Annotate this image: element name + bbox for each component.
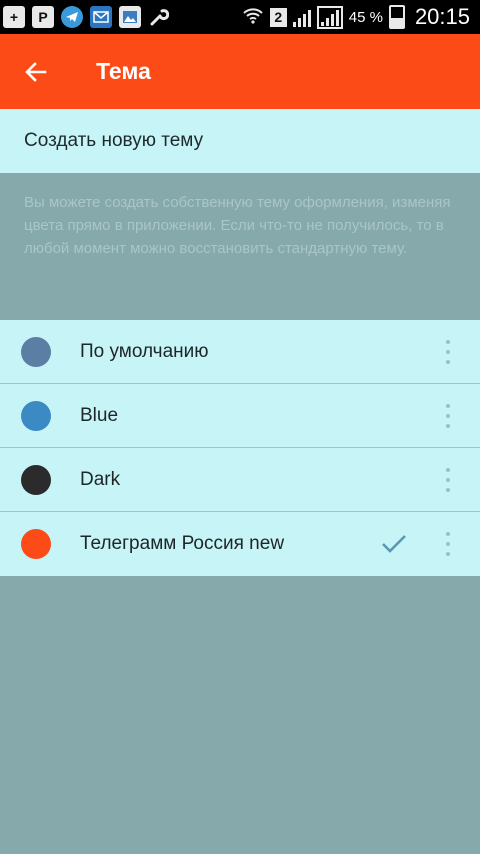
- status-bar: + P 2 45 % 20:15: [0, 0, 480, 34]
- battery-percent: 45 %: [348, 8, 383, 26]
- mail-app-icon: [90, 6, 112, 28]
- clock: 20:15: [414, 4, 470, 29]
- info-block: Вы можете создать собственную тему оформ…: [0, 173, 480, 320]
- more-vert-icon[interactable]: [438, 339, 458, 364]
- theme-list: По умолчанию Blue Dark Телеграмм Россия …: [0, 320, 480, 576]
- theme-item-blue[interactable]: Blue: [0, 384, 480, 448]
- toolbar: Тема: [0, 34, 480, 109]
- wrench-icon: [148, 6, 170, 28]
- more-vert-icon[interactable]: [438, 532, 458, 556]
- back-button[interactable]: [0, 34, 72, 109]
- theme-name: По умолчанию: [80, 340, 209, 362]
- wifi-icon: [242, 5, 264, 30]
- check-icon: [382, 535, 406, 553]
- info-text: Вы можете создать собственную тему оформ…: [24, 194, 451, 257]
- battery-icon: [388, 5, 405, 29]
- theme-color-dot: [21, 529, 51, 559]
- more-vert-icon[interactable]: [438, 467, 458, 492]
- telegram-icon: [61, 6, 83, 28]
- plus-icon: +: [3, 6, 25, 28]
- p-app-icon: P: [32, 6, 54, 28]
- theme-name: Dark: [80, 468, 121, 490]
- arrow-left-icon: [25, 61, 47, 82]
- theme-name: Blue: [80, 404, 119, 426]
- theme-item-default[interactable]: По умолчанию: [0, 320, 480, 384]
- signal-icon-2: [316, 5, 343, 29]
- theme-item-telegram-russia[interactable]: Телеграмм Россия new: [0, 512, 480, 576]
- sim-slot-badge: 2: [269, 7, 287, 27]
- theme-color-dot: [21, 400, 51, 431]
- theme-item-dark[interactable]: Dark: [0, 448, 480, 512]
- create-theme-label: Создать новую тему: [24, 130, 204, 151]
- more-vert-icon[interactable]: [438, 403, 458, 428]
- theme-color-dot: [21, 336, 51, 367]
- signal-icon: [292, 7, 311, 27]
- create-theme-button[interactable]: Создать новую тему: [0, 109, 480, 173]
- theme-name: Телеграмм Россия new: [80, 533, 285, 554]
- page-title: Тема: [96, 58, 151, 84]
- theme-color-dot: [21, 464, 51, 495]
- image-app-icon: [119, 6, 141, 28]
